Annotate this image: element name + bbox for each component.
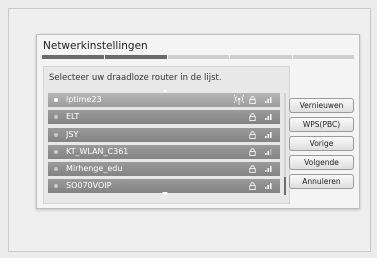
router-name: ELT <box>66 112 80 122</box>
progress-segment-divider <box>291 55 293 59</box>
radio-dot-icon <box>54 132 58 137</box>
dialog-title: Netwerkinstellingen <box>43 40 148 52</box>
radio-dot-icon <box>54 149 58 154</box>
lock-icon <box>249 130 256 139</box>
router-name: JSY <box>66 129 79 139</box>
signal-icon <box>265 183 272 190</box>
radio-dot-icon <box>54 167 58 172</box>
signal-icon <box>265 131 272 138</box>
lock-icon <box>249 148 256 156</box>
wps-pbc-button[interactable]: WPS(PBC) <box>289 117 354 132</box>
list-item[interactable]: ELT <box>48 110 280 125</box>
scrollbar-thumb[interactable] <box>284 177 286 195</box>
signal-icon <box>265 114 272 121</box>
router-name: Mirhenge_edu <box>66 164 123 174</box>
router-list: iptime23 ELT JSY KT_WLAN_C361 Mirhenge_e… <box>47 92 281 197</box>
network-settings-dialog: Netwerkinstellingen Selecteer uw draadlo… <box>36 34 360 209</box>
router-name: iptime23 <box>66 95 102 104</box>
list-item[interactable]: Mirhenge_edu <box>48 162 280 177</box>
signal-icon <box>265 166 272 173</box>
progress-segment-divider <box>104 55 106 59</box>
setup-progress-bar <box>42 55 354 59</box>
scroll-down-arrow-icon[interactable] <box>162 192 168 195</box>
refresh-button[interactable]: Vernieuwen <box>289 98 354 113</box>
next-button[interactable]: Volgende <box>289 155 354 170</box>
lock-icon <box>249 113 256 122</box>
router-name: SO070VOIP <box>66 181 112 191</box>
progress-segment-divider <box>166 55 168 59</box>
cancel-button[interactable]: Annuleren <box>289 174 354 189</box>
router-name: KT_WLAN_C361 <box>66 146 129 156</box>
instruction-text: Selecteer uw draadloze router in de lijs… <box>49 73 222 83</box>
signal-icon <box>265 97 272 103</box>
progress-segment-divider <box>229 55 231 59</box>
signal-icon <box>265 148 272 155</box>
lock-icon <box>249 165 256 174</box>
lock-icon <box>249 182 256 191</box>
list-scrollbar[interactable] <box>284 93 286 195</box>
list-item[interactable]: JSY <box>48 127 280 142</box>
list-item[interactable]: KT_WLAN_C361 <box>48 144 280 159</box>
router-list-panel: Selecteer uw draadloze router in de lijs… <box>43 66 290 204</box>
radio-dot-icon <box>54 98 58 102</box>
list-item[interactable]: iptime23 <box>47 92 281 108</box>
previous-button[interactable]: Vorige <box>289 136 354 151</box>
radio-dot-icon <box>54 184 58 189</box>
lock-icon <box>249 96 256 104</box>
radio-dot-icon <box>54 115 58 120</box>
wps-icon <box>234 94 244 105</box>
